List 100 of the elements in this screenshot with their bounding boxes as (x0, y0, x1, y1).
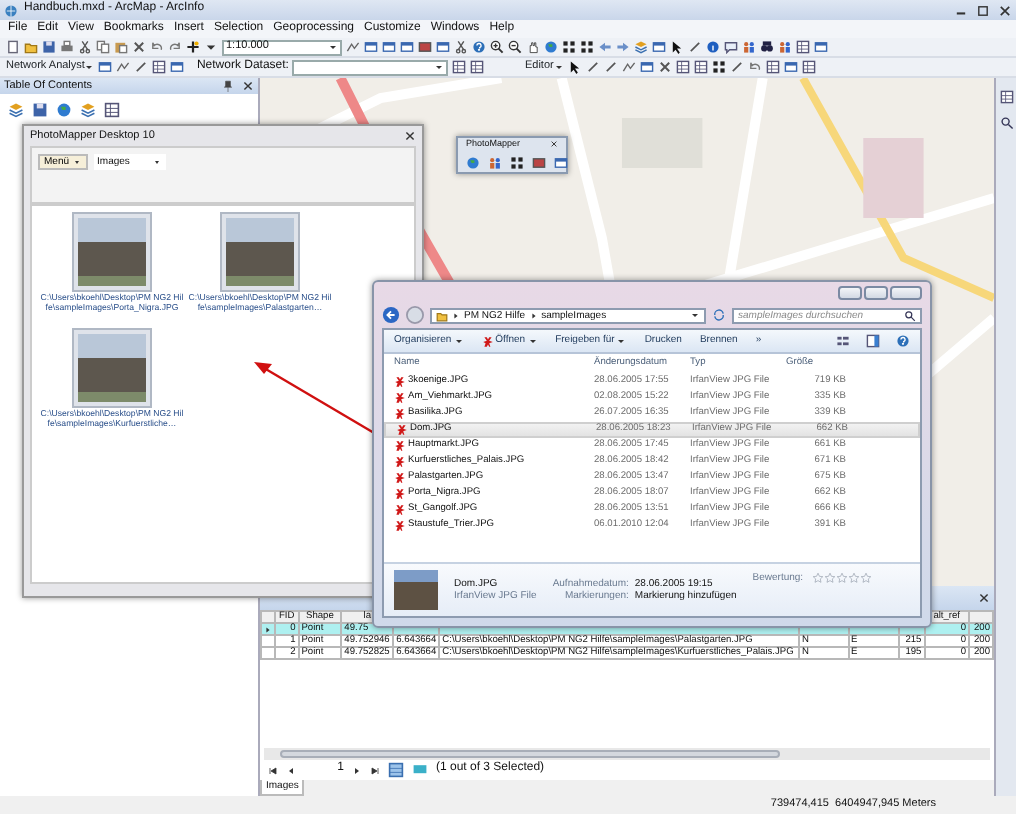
binoculars-icon[interactable] (760, 40, 774, 54)
layers-icon[interactable] (8, 102, 24, 118)
jpg-file-icon (394, 440, 406, 452)
document-icon[interactable] (6, 40, 20, 54)
undo-icon[interactable] (747, 60, 762, 74)
pin-icon[interactable] (222, 80, 234, 92)
cursor-icon[interactable] (567, 60, 582, 74)
delete-icon[interactable] (132, 40, 146, 54)
window-icon[interactable] (98, 60, 113, 74)
table-icon[interactable] (796, 40, 810, 54)
caret-icon (328, 42, 338, 52)
map-icon[interactable] (418, 40, 432, 54)
redo-icon[interactable] (168, 40, 182, 54)
back-icon[interactable] (382, 306, 400, 324)
grid-icon[interactable] (562, 40, 576, 54)
close-button[interactable] (890, 286, 922, 300)
search-icon[interactable] (999, 116, 1013, 130)
pencil-icon[interactable] (134, 60, 149, 74)
table-icon[interactable] (452, 60, 467, 74)
chevron-icon (529, 311, 538, 319)
delete-icon[interactable] (657, 60, 672, 74)
globe-icon[interactable] (56, 102, 72, 118)
close-icon[interactable] (404, 130, 416, 142)
table-icon[interactable] (104, 102, 120, 118)
people-icon[interactable] (778, 40, 792, 54)
people-icon[interactable] (742, 40, 756, 54)
close-icon[interactable] (550, 139, 558, 148)
grid-icon[interactable] (580, 40, 594, 54)
caret-icon (690, 310, 700, 320)
next-record-icon[interactable] (352, 765, 362, 775)
add-data-icon[interactable] (186, 40, 200, 54)
table-icon[interactable] (801, 60, 816, 74)
table-icon[interactable] (470, 60, 485, 74)
selected-records-icon[interactable] (412, 762, 428, 778)
pencil-icon[interactable] (688, 40, 702, 54)
window-icon[interactable] (170, 60, 185, 74)
catalog-icon[interactable] (999, 90, 1013, 104)
horizontal-scrollbar[interactable] (264, 748, 990, 760)
minimize-button[interactable] (838, 286, 862, 300)
photo-placeholder (394, 570, 438, 610)
all-records-icon[interactable] (388, 762, 404, 778)
table-icon[interactable] (693, 60, 708, 74)
help-icon[interactable] (472, 40, 486, 54)
cursor-icon[interactable] (670, 40, 684, 54)
zoom-out-icon[interactable] (508, 40, 522, 54)
pencil-icon[interactable] (729, 60, 744, 74)
rating-stars[interactable] (811, 572, 872, 584)
layers-icon[interactable] (634, 40, 648, 54)
thumbnail[interactable] (72, 212, 152, 292)
table-icon[interactable] (152, 60, 167, 74)
previous-record-icon[interactable] (286, 765, 296, 775)
preview-pane-icon[interactable] (866, 334, 880, 348)
window-icon[interactable] (436, 40, 450, 54)
table-icon[interactable] (765, 60, 780, 74)
caret-icon (71, 157, 82, 167)
first-record-icon[interactable] (268, 765, 278, 775)
table-icon[interactable] (675, 60, 690, 74)
photo-placeholder (226, 218, 294, 286)
speech-bubble-icon[interactable] (724, 40, 738, 54)
info-icon[interactable] (706, 40, 720, 54)
grid-icon[interactable] (711, 60, 726, 74)
thumbnail[interactable] (220, 212, 300, 292)
grid-icon[interactable] (510, 156, 524, 171)
caret-icon (527, 336, 538, 346)
jpg-file-icon (394, 504, 406, 516)
layers-icon[interactable] (80, 102, 96, 118)
window-icon[interactable] (814, 40, 828, 54)
help-icon[interactable] (896, 334, 910, 348)
printer-icon[interactable] (60, 40, 74, 54)
close-icon[interactable] (978, 592, 990, 604)
people-icon[interactable] (488, 156, 502, 171)
jpg-file-icon (394, 376, 406, 388)
caret-icon (151, 157, 162, 167)
scissors-icon[interactable] (78, 40, 92, 54)
caret-icon (453, 336, 464, 346)
last-record-icon[interactable] (370, 765, 380, 775)
maximize-button[interactable] (864, 286, 888, 300)
views-icon[interactable] (836, 334, 850, 348)
maximize-icon[interactable] (976, 3, 990, 17)
undo-icon[interactable] (150, 40, 164, 54)
arrow-right-icon[interactable] (616, 40, 630, 54)
sketch-icon[interactable] (621, 60, 636, 74)
photo-placeholder (78, 334, 146, 402)
caret-icon (434, 62, 445, 72)
globe-icon[interactable] (466, 156, 480, 171)
hand-icon[interactable] (526, 40, 540, 54)
scissors-icon[interactable] (454, 40, 468, 54)
refresh-icon[interactable] (712, 308, 726, 322)
copy-icon[interactable] (96, 40, 110, 54)
close-icon[interactable] (242, 80, 254, 92)
paste-icon[interactable] (114, 40, 128, 54)
sketch-icon[interactable] (346, 40, 360, 54)
thumbnail[interactable] (72, 328, 152, 408)
globe-icon[interactable] (544, 40, 558, 54)
close-icon[interactable] (998, 3, 1012, 17)
caret-icon (84, 62, 95, 72)
sketch-icon[interactable] (116, 60, 131, 74)
network-dataset-field[interactable] (292, 59, 449, 75)
zoom-in-icon[interactable] (490, 40, 504, 54)
window-icon[interactable] (783, 60, 798, 74)
